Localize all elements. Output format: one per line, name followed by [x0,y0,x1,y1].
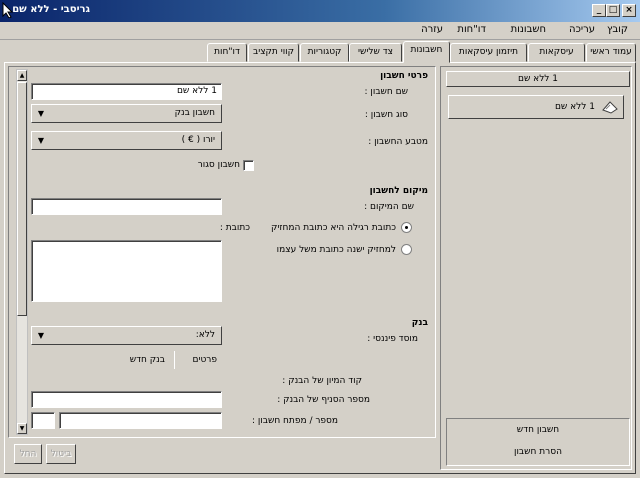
details-scrollbar[interactable]: ▲ ▼ [16,69,28,435]
account-tree-item-label: 1 ללא שם [554,102,595,112]
apply-button[interactable]: החל [14,444,42,464]
details-link[interactable]: פרטים [192,355,217,365]
account-name-label: שם חשבון : [364,87,408,97]
branch-number-label: מספר הסניף של הבנק : [277,395,370,405]
account-number-label: מספר / מפתח חשבון : [251,416,338,426]
new-account-button[interactable]: חשבון חדש [448,421,628,441]
closed-account-checkbox[interactable] [243,160,254,171]
account-type-label: סוג חשבון : [364,110,408,120]
institution-value: ללא: [195,330,215,340]
currency-select[interactable]: יורו ( € ) ▼ [31,131,222,150]
link-separator [174,351,175,369]
account-list-panel [440,66,632,470]
account-key-input[interactable] [31,412,55,429]
title-bar: גריסבי - ללא שם _ □ × [0,0,640,22]
radio-same-address[interactable] [401,222,412,233]
institution-select[interactable]: ללא: ▼ [31,326,222,345]
account-number-input[interactable] [59,412,222,429]
new-bank-link[interactable]: בנק חדש [130,355,165,365]
menu-bar: קובץ עריכה חשבונות דו"חות עזרה [0,22,640,40]
maximize-button[interactable]: □ [606,4,620,17]
tab-reports[interactable]: דו"חות [207,43,247,62]
menu-file[interactable]: קובץ [607,24,628,35]
account-type-value: חשבון בנק [174,108,215,118]
address-label: כתובת : [219,223,250,233]
account-list-header[interactable]: 1 ללא שם [446,71,630,87]
bank-title: בנק [411,318,428,328]
currency-label: מטבע החשבון : [368,137,428,147]
account-name-input[interactable]: 1 ללא שם [31,83,222,100]
account-tree-item[interactable]: 1 ללא שם [448,95,624,119]
close-button[interactable]: × [622,4,636,17]
bank-account-icon [602,101,618,114]
address-textarea[interactable] [31,240,222,302]
tab-third-party[interactable]: צד שלישי [349,43,402,62]
currency-value: יורו ( € ) [181,135,215,145]
location-title: מיקום לחשבון [369,186,428,196]
cancel-button[interactable]: ביטול [46,444,76,464]
chevron-down-icon: ▼ [37,331,45,340]
menu-help[interactable]: עזרה [421,24,443,35]
tab-scheduler[interactable]: תיזמון עיסקאות [450,43,527,62]
tab-home[interactable]: עמוד ראשי [586,43,636,62]
radio-same-address-label: כתובת רגילה היא כתובת המחזיק [270,223,396,233]
chevron-down-icon: ▼ [37,109,45,118]
scroll-up-button[interactable]: ▲ [17,70,27,81]
radio-other-address-label: למחזיק ישנה כתובת משל עצמו [276,245,396,255]
tab-categories[interactable]: קטגוריות [300,43,349,62]
closed-account-label: חשבון סגור [197,160,240,170]
place-name-label: שם המיקום : [364,202,414,212]
branch-number-input[interactable] [31,391,222,408]
remove-account-button[interactable]: הסרת חשבון [448,443,628,463]
window-title: גריסבי - ללא שם [12,4,90,15]
tab-accounts[interactable]: חשבונות [403,41,450,63]
tab-budget-lines[interactable]: קווי תקציב [248,43,299,62]
scroll-down-button[interactable]: ▼ [17,423,27,434]
menu-accounts[interactable]: חשבונות [511,24,546,35]
chevron-down-icon: ▼ [37,136,45,145]
radio-other-address[interactable] [401,244,412,255]
account-type-select[interactable]: חשבון בנק ▼ [31,104,222,123]
minimize-button[interactable]: _ [592,4,606,17]
institution-label: מוסד פיננסי : [367,334,418,344]
menu-edit[interactable]: עריכה [569,24,595,35]
place-name-input[interactable] [31,198,222,215]
tab-transactions[interactable]: עיסקאות [528,43,585,62]
routing-code-label: קוד המיון של הבנק : [282,376,362,386]
account-details-title: פרטי חשבון [380,71,428,81]
scroll-thumb[interactable] [17,82,27,316]
menu-reports[interactable]: דו"חות [457,24,486,35]
